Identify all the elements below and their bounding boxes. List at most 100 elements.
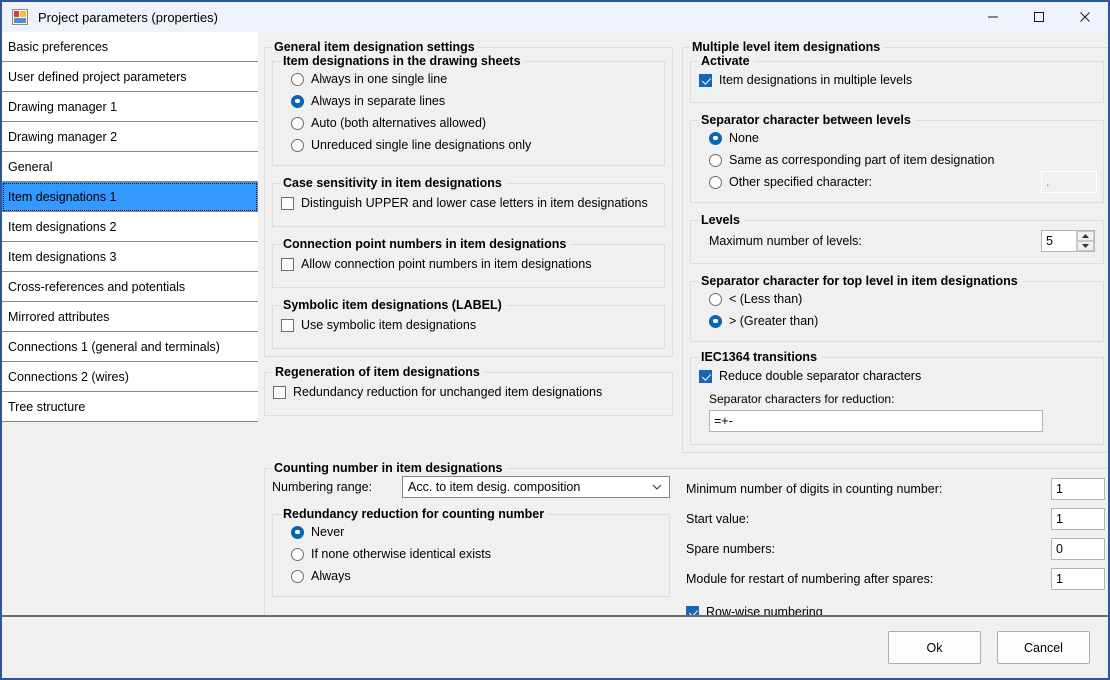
checkbox-allow-connection-point-numbers[interactable]: Allow connection point numbers in item d… [281,253,656,275]
category-sidebar[interactable]: Basic preferences User defined project p… [2,32,258,617]
radio-always[interactable]: Always [291,565,661,587]
radio-if-none-otherwise-identical[interactable]: If none otherwise identical exists [291,543,661,565]
sidebar-item-item-designations-1[interactable]: Item designations 1 [2,182,258,212]
max-levels-value: 5 [1046,234,1053,248]
counting-number-group: Counting number in item designations Num… [264,461,1108,634]
sidebar-item-mirrored-attributes[interactable]: Mirrored attributes [2,302,258,332]
checkbox-distinguish-case[interactable]: Distinguish UPPER and lower case letters… [281,192,656,214]
sidebar-item-connections-1[interactable]: Connections 1 (general and terminals) [2,332,258,362]
min-digits-label: Minimum number of digits in counting num… [686,482,943,496]
checkbox-indicator [699,369,712,383]
min-digits-input[interactable]: 1 [1051,478,1105,500]
sidebar-item-user-defined-project-parameters[interactable]: User defined project parameters [2,62,258,92]
group-legend: Separator character between levels [701,113,911,127]
sidebar-item-label: Drawing manager 2 [8,129,118,144]
separator-reduction-input[interactable]: =+- [709,410,1043,432]
group-legend: Item designations in the drawing sheets [283,54,521,68]
max-levels-row: Maximum number of levels: 5 [699,229,1095,253]
checkbox-label: Reduce double separator characters [719,368,922,383]
group-legend: Activate [701,54,750,68]
sidebar-item-drawing-manager-1[interactable]: Drawing manager 1 [2,92,258,122]
group-legend: Redundancy reduction for counting number [283,507,545,521]
ok-button[interactable]: Ok [888,631,981,664]
sidebar-item-tree-structure[interactable]: Tree structure [2,392,258,422]
sidebar-item-label: Connections 1 (general and terminals) [8,339,220,354]
sidebar-item-drawing-manager-2[interactable]: Drawing manager 2 [2,122,258,152]
checkbox-indicator [281,196,294,210]
module-restart-row: Module for restart of numbering after sp… [686,567,1105,591]
settings-content: General item designation settings Item d… [258,32,1108,634]
counting-number-right: Minimum number of digits in counting num… [686,475,1105,623]
radio-auto-both-alternatives[interactable]: Auto (both alternatives allowed) [291,112,656,134]
group-legend: Multiple level item designations [692,40,881,54]
separator-top-level-group: Separator character for top level in ite… [690,274,1104,342]
radio-separator-same-as-corresponding[interactable]: Same as corresponding part of item desig… [709,149,1095,171]
group-legend: Counting number in item designations [274,461,503,475]
multiple-level-item-designations-group: Multiple level item designations Activat… [682,40,1108,453]
radio-indicator [291,94,304,108]
radio-less-than[interactable]: < (Less than) [709,288,1095,310]
checkbox-label: Distinguish UPPER and lower case letters… [301,195,648,210]
sidebar-item-label: Cross-references and potentials [8,279,186,294]
start-value-input[interactable]: 1 [1051,508,1105,530]
numbering-range-select[interactable]: Acc. to item desig. composition [402,476,670,498]
close-icon[interactable] [1062,2,1108,32]
radio-indicator [291,72,304,86]
other-separator-character-input[interactable]: . [1041,171,1097,193]
sidebar-item-label: Item designations 1 [8,189,117,204]
sidebar-item-label: General [8,159,53,174]
sidebar-item-label: Item designations 2 [8,219,117,234]
radio-always-separate-lines[interactable]: Always in separate lines [291,90,656,112]
min-digits-row: Minimum number of digits in counting num… [686,477,1105,501]
connection-point-numbers-group: Connection point numbers in item designa… [272,237,665,288]
counting-number-columns: Numbering range: Acc. to item desig. com… [272,475,1105,623]
redundancy-reduction-group: Redundancy reduction for counting number… [272,507,670,597]
sidebar-item-item-designations-2[interactable]: Item designations 2 [2,212,258,242]
sidebar-item-label: Connections 2 (wires) [8,369,129,384]
general-item-designation-settings-group: General item designation settings Item d… [264,40,673,357]
radio-unreduced-single-line[interactable]: Unreduced single line designations only [291,134,656,156]
radio-indicator [291,547,304,561]
checkbox-reduce-double-separator[interactable]: Reduce double separator characters [699,365,1095,387]
radio-always-one-single-line[interactable]: Always in one single line [291,68,656,90]
checkbox-redundancy-reduction-unchanged[interactable]: Redundancy reduction for unchanged item … [273,381,664,403]
radio-separator-other-specified[interactable]: Other specified character: . [709,171,1097,193]
maximize-icon[interactable] [1016,2,1062,32]
max-levels-stepper[interactable]: 5 [1041,230,1095,252]
spare-numbers-input[interactable]: 0 [1051,538,1105,560]
sidebar-item-general[interactable]: General [2,152,258,182]
radio-separator-none[interactable]: None [709,127,1095,149]
radio-label: Other specified character: [729,174,873,189]
window-title: Project parameters (properties) [38,9,218,25]
stepper-up-icon[interactable] [1077,231,1094,241]
sidebar-item-label: Basic preferences [8,39,109,54]
general-settings-column: General item designation settings Item d… [264,40,673,453]
sidebar-item-connections-2[interactable]: Connections 2 (wires) [2,362,258,392]
minimize-icon[interactable] [970,2,1016,32]
stepper-down-icon[interactable] [1077,241,1094,251]
stepper-buttons [1076,231,1094,251]
dialog-footer: Ok Cancel [2,617,1108,678]
radio-label: Never [311,524,345,539]
symbolic-item-designations-group: Symbolic item designations (LABEL) Use s… [272,298,665,349]
iec1364-transitions-group: IEC1364 transitions Reduce double separa… [690,350,1104,445]
sidebar-item-basic-preferences[interactable]: Basic preferences [2,32,258,62]
cancel-button[interactable]: Cancel [997,631,1090,664]
radio-indicator [709,153,722,167]
radio-never[interactable]: Never [291,521,661,543]
radio-indicator [709,292,722,306]
sidebar-item-label: Item designations 3 [8,249,117,264]
sidebar-item-item-designations-3[interactable]: Item designations 3 [2,242,258,272]
group-legend: General item designation settings [274,40,475,54]
checkbox-use-symbolic-item-designations[interactable]: Use symbolic item designations [281,314,656,336]
radio-greater-than[interactable]: > (Greater than) [709,310,1095,332]
sidebar-item-cross-references-and-potentials[interactable]: Cross-references and potentials [2,272,258,302]
checkbox-label: Redundancy reduction for unchanged item … [293,384,603,399]
spare-numbers-label: Spare numbers: [686,542,775,556]
separator-top-level-options: < (Less than) > (Greater than) [699,288,1095,332]
checkbox-item-designations-multiple-levels[interactable]: Item designations in multiple levels [699,69,1095,91]
module-restart-input[interactable]: 1 [1051,568,1105,590]
spare-numbers-row: Spare numbers: 0 [686,537,1105,561]
group-legend: Connection point numbers in item designa… [283,237,567,251]
start-value-row: Start value: 1 [686,507,1105,531]
